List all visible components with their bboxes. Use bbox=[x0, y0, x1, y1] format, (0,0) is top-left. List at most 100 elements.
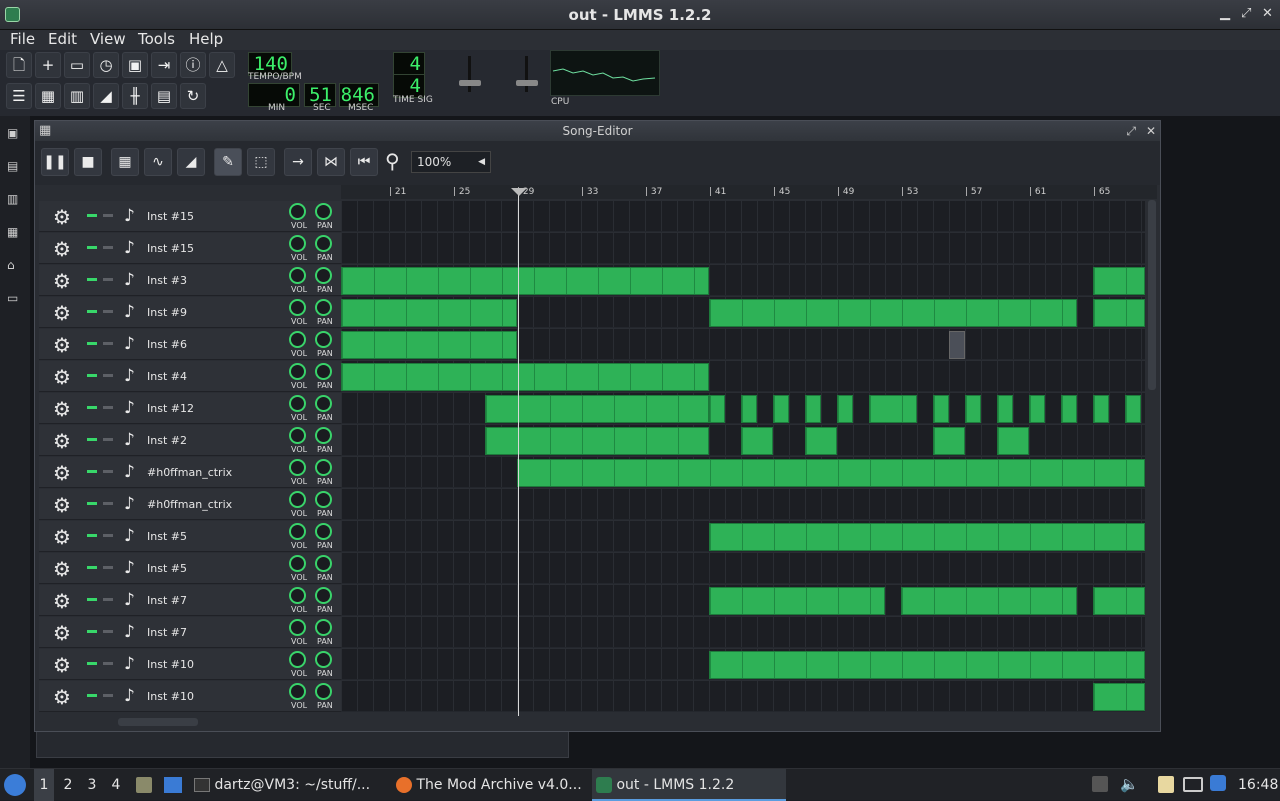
muted-pattern-block[interactable] bbox=[949, 331, 965, 359]
track-settings-gear-icon[interactable]: ⚙ bbox=[53, 653, 71, 677]
new-from-template-icon[interactable]: + bbox=[35, 52, 61, 78]
taskbar-lmms[interactable]: out - LMMS 1.2.2 bbox=[592, 769, 786, 801]
save-project-icon[interactable]: ▣ bbox=[122, 52, 148, 78]
pattern-block[interactable] bbox=[837, 395, 853, 423]
my-samples-icon[interactable]: ▥ bbox=[7, 192, 22, 206]
maximize-subwindow-icon[interactable]: ⤢ bbox=[1126, 121, 1136, 141]
track-lane[interactable] bbox=[341, 297, 1145, 328]
pattern-block[interactable] bbox=[805, 395, 821, 423]
pan-knob[interactable] bbox=[315, 651, 332, 668]
pan-knob[interactable] bbox=[315, 203, 332, 220]
project-notes-icon[interactable]: ▤ bbox=[151, 83, 177, 109]
master-pitch-slider[interactable] bbox=[500, 56, 540, 94]
taskbar-terminal[interactable]: dartz@VM3: ~/stuff/... bbox=[194, 769, 384, 801]
add-automation-track-button[interactable]: ◢ bbox=[177, 148, 205, 176]
pattern-block[interactable] bbox=[869, 395, 917, 423]
track-lane[interactable] bbox=[341, 233, 1145, 264]
pan-knob[interactable] bbox=[315, 235, 332, 252]
track-name[interactable]: Inst #9 bbox=[147, 306, 187, 319]
pattern-block[interactable] bbox=[341, 363, 709, 391]
track-settings-gear-icon[interactable]: ⚙ bbox=[53, 365, 71, 389]
track-settings-gear-icon[interactable]: ⚙ bbox=[53, 557, 71, 581]
add-beat-track-button[interactable]: ▦ bbox=[111, 148, 139, 176]
track-lane[interactable] bbox=[341, 425, 1145, 456]
pan-knob[interactable] bbox=[315, 491, 332, 508]
pan-knob[interactable] bbox=[315, 299, 332, 316]
mute-led[interactable] bbox=[87, 406, 97, 409]
solo-led[interactable] bbox=[103, 694, 113, 697]
volume-knob[interactable] bbox=[289, 587, 306, 604]
piano-roll-icon[interactable]: ▥ bbox=[64, 83, 90, 109]
track-lane[interactable] bbox=[341, 489, 1145, 520]
mute-led[interactable] bbox=[87, 342, 97, 345]
pattern-block[interactable] bbox=[741, 427, 773, 455]
track-settings-gear-icon[interactable]: ⚙ bbox=[53, 429, 71, 453]
whats-this-icon[interactable]: ⓘ bbox=[180, 52, 206, 78]
solo-led[interactable] bbox=[103, 310, 113, 313]
pattern-block[interactable] bbox=[805, 427, 837, 455]
track-name[interactable]: Inst #2 bbox=[147, 434, 187, 447]
mute-led[interactable] bbox=[87, 694, 97, 697]
pan-knob[interactable] bbox=[315, 331, 332, 348]
volume-knob[interactable] bbox=[289, 651, 306, 668]
track-lane[interactable] bbox=[341, 201, 1145, 232]
track-settings-gear-icon[interactable]: ⚙ bbox=[53, 333, 71, 357]
track-settings-gear-icon[interactable]: ⚙ bbox=[53, 269, 71, 293]
pattern-block[interactable] bbox=[341, 299, 517, 327]
track-lane[interactable] bbox=[341, 553, 1145, 584]
solo-led[interactable] bbox=[103, 278, 113, 281]
auto-scroll-button[interactable]: → bbox=[284, 148, 312, 176]
track-lane[interactable] bbox=[341, 585, 1145, 616]
mute-led[interactable] bbox=[87, 566, 97, 569]
minimize-button[interactable]: ▁ bbox=[1220, 6, 1230, 21]
mute-led[interactable] bbox=[87, 438, 97, 441]
pan-knob[interactable] bbox=[315, 683, 332, 700]
volume-knob[interactable] bbox=[289, 299, 306, 316]
pattern-block[interactable] bbox=[1093, 587, 1145, 615]
track-lane[interactable] bbox=[341, 521, 1145, 552]
solo-led[interactable] bbox=[103, 662, 113, 665]
update-notifier-icon[interactable] bbox=[1210, 775, 1226, 791]
track-settings-gear-icon[interactable]: ⚙ bbox=[53, 301, 71, 325]
volume-knob[interactable] bbox=[289, 683, 306, 700]
recent-projects-icon[interactable]: ◷ bbox=[93, 52, 119, 78]
solo-led[interactable] bbox=[103, 438, 113, 441]
track-settings-gear-icon[interactable]: ⚙ bbox=[53, 461, 71, 485]
mute-led[interactable] bbox=[87, 662, 97, 665]
pattern-block[interactable] bbox=[709, 651, 1145, 679]
pattern-block[interactable] bbox=[709, 395, 725, 423]
pattern-block[interactable] bbox=[1093, 267, 1145, 295]
pan-knob[interactable] bbox=[315, 267, 332, 284]
playhead-marker[interactable] bbox=[511, 188, 527, 196]
start-menu-icon[interactable] bbox=[4, 774, 26, 796]
track-settings-gear-icon[interactable]: ⚙ bbox=[53, 237, 71, 261]
volume-knob[interactable] bbox=[289, 427, 306, 444]
pattern-block[interactable] bbox=[997, 427, 1029, 455]
volume-knob[interactable] bbox=[289, 267, 306, 284]
workspace-1[interactable]: 1 bbox=[34, 769, 54, 801]
volume-knob[interactable] bbox=[289, 523, 306, 540]
track-name[interactable]: Inst #10 bbox=[147, 690, 194, 703]
time-sig-numerator[interactable]: 4 bbox=[393, 52, 425, 76]
track-settings-gear-icon[interactable]: ⚙ bbox=[53, 685, 71, 709]
track-settings-gear-icon[interactable]: ⚙ bbox=[53, 589, 71, 613]
controller-rack-icon[interactable]: ↻ bbox=[180, 83, 206, 109]
stop-button[interactable]: ■ bbox=[74, 148, 102, 176]
solo-led[interactable] bbox=[103, 502, 113, 505]
mute-led[interactable] bbox=[87, 310, 97, 313]
track-settings-gear-icon[interactable]: ⚙ bbox=[53, 205, 71, 229]
export-project-icon[interactable]: ⇥ bbox=[151, 52, 177, 78]
workspace-3[interactable]: 3 bbox=[82, 769, 102, 801]
workspace-2[interactable]: 2 bbox=[58, 769, 78, 801]
track-name[interactable]: Inst #7 bbox=[147, 594, 187, 607]
workspace-4[interactable]: 4 bbox=[106, 769, 126, 801]
volume-knob[interactable] bbox=[289, 619, 306, 636]
mixer-icon[interactable]: ╫ bbox=[122, 83, 148, 109]
file-manager-icon[interactable] bbox=[136, 777, 152, 793]
volume-knob[interactable] bbox=[289, 491, 306, 508]
show-desktop-icon[interactable] bbox=[164, 777, 182, 793]
solo-led[interactable] bbox=[103, 214, 113, 217]
pattern-block[interactable] bbox=[773, 395, 789, 423]
pattern-block[interactable] bbox=[709, 587, 885, 615]
volume-knob[interactable] bbox=[289, 459, 306, 476]
